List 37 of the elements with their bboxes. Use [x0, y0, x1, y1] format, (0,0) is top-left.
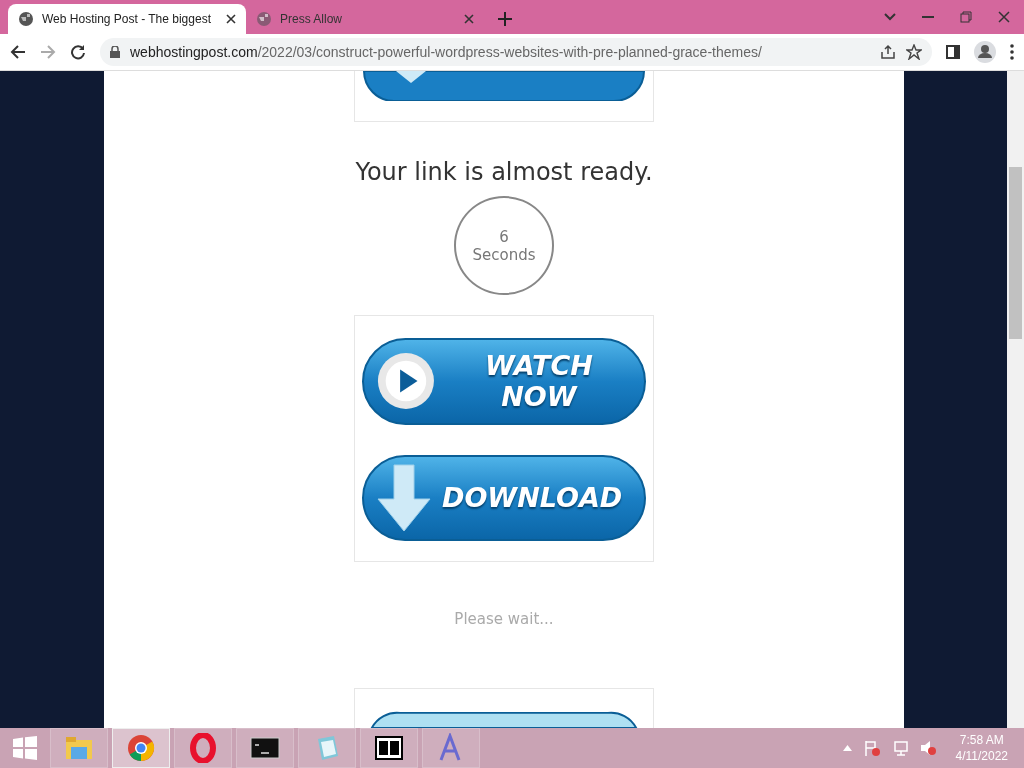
lock-icon: [110, 45, 120, 58]
forward-icon[interactable]: [40, 43, 56, 60]
watch-button[interactable]: WATCH NOW: [362, 338, 646, 425]
browser-tab[interactable]: Web Hosting Post - The biggest: [8, 3, 246, 34]
menu-icon[interactable]: [1010, 43, 1014, 60]
back-icon[interactable]: [10, 43, 26, 60]
browser-icon[interactable]: [126, 733, 156, 763]
clock-date: 4/11/2022: [955, 748, 1008, 764]
page-heading: Your link is almost ready.: [355, 158, 653, 187]
countdown-number: 6: [499, 227, 509, 246]
tray-arrow-icon[interactable]: [842, 745, 852, 751]
scrollbar[interactable]: [1007, 70, 1024, 729]
download-button[interactable]: DOWNLOAD: [362, 454, 646, 542]
clock-time: 7:58 AM: [959, 732, 1004, 748]
tab-title: Web Hosting Post - The biggest: [42, 11, 212, 26]
speaker-icon[interactable]: [919, 740, 936, 756]
address-bar[interactable]: webhostingpost.com/2022/03/construct-powerful-wordpress-websites-with-pre-planned-grace-themes/: [100, 37, 932, 66]
countdown-unit: Seconds: [472, 245, 536, 264]
restore-icon[interactable]: [960, 10, 972, 23]
flag-icon[interactable]: [863, 740, 880, 756]
network-icon[interactable]: [891, 740, 908, 756]
profile-icon[interactable]: [974, 40, 996, 63]
down-arrow-icon: [376, 462, 432, 533]
wait-text: Please wait...: [454, 610, 554, 629]
globe-icon: [256, 10, 272, 27]
close-icon[interactable]: [226, 13, 236, 24]
archive-icon[interactable]: [374, 733, 404, 763]
chevron-icon[interactable]: [884, 10, 896, 23]
ring-icon[interactable]: [188, 733, 218, 763]
star-icon[interactable]: [906, 43, 922, 60]
side-panel-icon[interactable]: [946, 44, 960, 59]
browser-tab[interactable]: Press Allow: [246, 3, 484, 34]
reload-icon[interactable]: [70, 43, 86, 60]
globe-icon: [18, 10, 34, 27]
new-tab-icon[interactable]: [498, 11, 512, 26]
tab-title: Press Allow: [280, 11, 344, 26]
share-icon[interactable]: [880, 43, 896, 60]
